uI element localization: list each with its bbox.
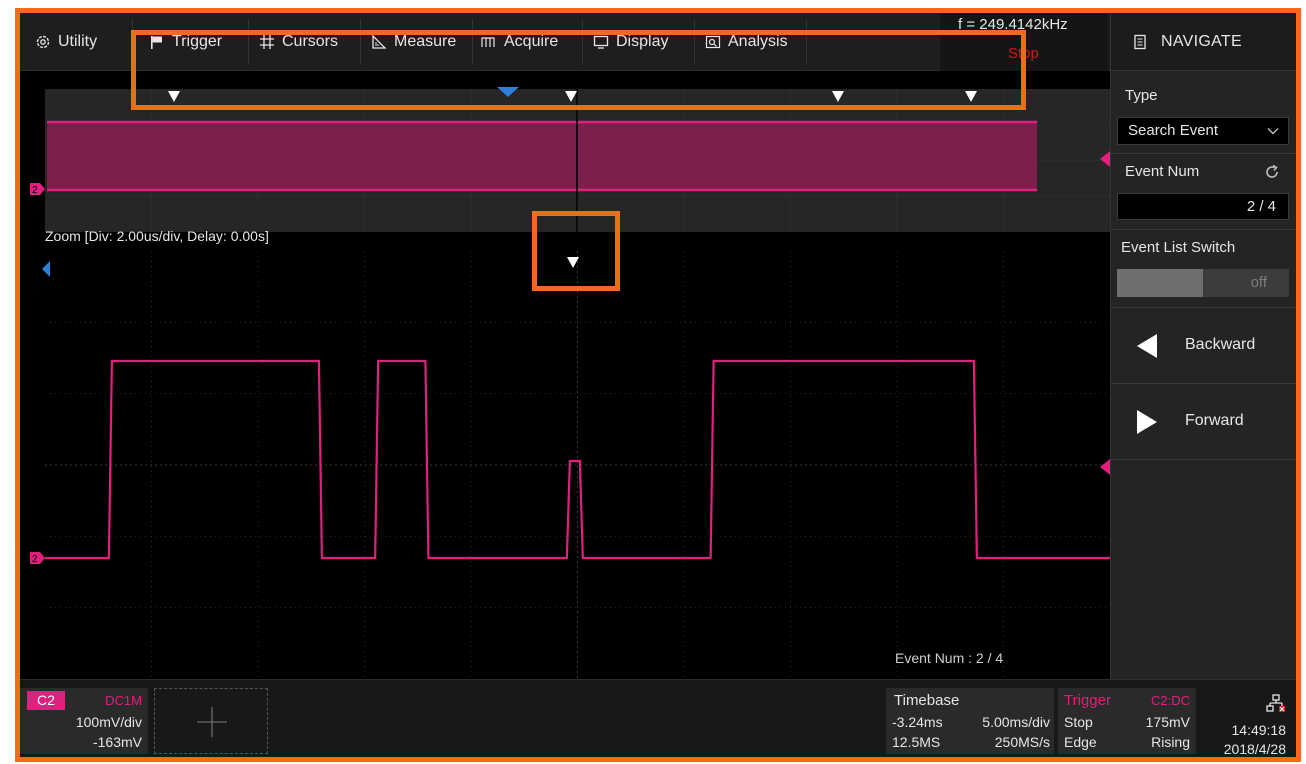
overview-trace-band bbox=[47, 121, 1037, 191]
monitor-icon bbox=[592, 33, 610, 51]
hash-icon bbox=[258, 33, 276, 51]
zoom-label: Zoom [Div: 2.00us/div, Delay: 0.00s] bbox=[45, 228, 269, 244]
timebase-sample-rate: 250MS/s bbox=[994, 734, 1050, 750]
panel-header: NAVIGATE bbox=[1111, 13, 1296, 71]
menu-analysis-label: Analysis bbox=[728, 33, 788, 50]
zoom-trace bbox=[45, 359, 1110, 560]
flag-icon bbox=[148, 33, 166, 51]
event-num-overlay: Event Num : 2 / 4 bbox=[895, 650, 1004, 666]
overview-channel-marker[interactable]: 2 bbox=[30, 183, 45, 196]
backward-label: Backward bbox=[1185, 336, 1256, 353]
analysis-icon bbox=[704, 33, 722, 51]
acquire-icon bbox=[480, 33, 498, 51]
backward-button[interactable]: Backward bbox=[1111, 309, 1296, 383]
menu-utility[interactable]: Utility bbox=[34, 13, 97, 71]
screenshot-frame: Utility Trigger Cursors Measure Acquire … bbox=[15, 8, 1301, 762]
event-num-field[interactable]: 2 / 4 bbox=[1117, 193, 1289, 220]
zoom-grid bbox=[45, 251, 1110, 679]
waveform-display: 2 2 bbox=[30, 87, 1110, 679]
timebase-title: Timebase bbox=[894, 692, 960, 709]
network-icon bbox=[1266, 694, 1285, 712]
timebase-delay: -3.24ms bbox=[892, 714, 943, 730]
plus-icon bbox=[197, 707, 227, 737]
status-bar: C2 DC1M 100mV/div -163mV Timebase -3.24m… bbox=[20, 679, 1296, 757]
menu-cursors[interactable]: Cursors bbox=[258, 13, 338, 71]
menu-measure-label: Measure bbox=[394, 33, 457, 50]
timebase-memory: 12.5MS bbox=[892, 734, 941, 750]
menu-display[interactable]: Display bbox=[592, 13, 668, 71]
refresh-icon[interactable] bbox=[1263, 163, 1281, 181]
clock-time: 14:49:18 bbox=[1231, 722, 1287, 738]
backward-icon bbox=[1137, 334, 1157, 358]
chevron-down-icon bbox=[1267, 128, 1279, 135]
zoom-trigger-time-marker[interactable] bbox=[42, 261, 50, 277]
trigger-level: 175mV bbox=[1145, 714, 1190, 730]
ruler-icon bbox=[370, 33, 388, 51]
menu-utility-label: Utility bbox=[58, 33, 98, 50]
menu-acquire[interactable]: Acquire bbox=[480, 13, 558, 71]
channel-vdiv: 100mV/div bbox=[75, 714, 142, 730]
menu-acquire-label: Acquire bbox=[504, 33, 559, 50]
channel-tag: C2 bbox=[27, 691, 65, 710]
zoom-channel-marker[interactable]: 2 bbox=[30, 552, 45, 565]
timebase-box[interactable]: Timebase -3.24ms 5.00ms/div 12.5MS 250MS… bbox=[886, 688, 1054, 754]
forward-label: Forward bbox=[1185, 412, 1244, 429]
timebase-tdiv: 5.00ms/div bbox=[982, 714, 1050, 730]
type-select[interactable]: Search Event bbox=[1117, 117, 1289, 145]
oscilloscope-screen: Utility Trigger Cursors Measure Acquire … bbox=[20, 13, 1296, 757]
navigate-panel: NAVIGATE Type Search Event Event Num 2 /… bbox=[1110, 13, 1296, 679]
menu-cursors-label: Cursors bbox=[282, 33, 339, 50]
event-list-switch-toggle[interactable]: off bbox=[1117, 269, 1289, 297]
run-state: Stop bbox=[1008, 45, 1039, 62]
menu-trigger-label: Trigger bbox=[172, 33, 223, 50]
toggle-knob bbox=[1117, 269, 1203, 297]
svg-text:2: 2 bbox=[32, 185, 38, 196]
channel-c2-box[interactable]: C2 DC1M 100mV/div -163mV bbox=[20, 688, 148, 754]
panel-title: NAVIGATE bbox=[1161, 32, 1242, 50]
toggle-state: off bbox=[1250, 274, 1267, 291]
trigger-box[interactable]: Trigger C2:DC Stop 175mV Edge Rising bbox=[1058, 688, 1196, 754]
frequency-counter: f = 249.4142kHz Stop bbox=[940, 13, 1108, 71]
menu-trigger[interactable]: Trigger bbox=[148, 13, 222, 71]
forward-icon bbox=[1137, 410, 1157, 434]
clock-box: 14:49:18 2018/4/28 bbox=[1200, 688, 1296, 757]
svg-text:2: 2 bbox=[32, 554, 38, 565]
gear-icon bbox=[34, 33, 52, 51]
trigger-slope: Rising bbox=[1151, 734, 1190, 750]
clock-date: 2018/4/28 bbox=[1223, 741, 1286, 757]
document-icon bbox=[1134, 34, 1146, 49]
type-select-value: Search Event bbox=[1128, 122, 1219, 139]
trigger-source: C2:DC bbox=[1150, 693, 1190, 708]
trigger-state: Stop bbox=[1064, 714, 1093, 730]
menu-analysis[interactable]: Analysis bbox=[704, 13, 788, 71]
menu-bar: Utility Trigger Cursors Measure Acquire … bbox=[20, 13, 1110, 71]
trigger-type: Edge bbox=[1064, 734, 1097, 750]
forward-button[interactable]: Forward bbox=[1111, 385, 1296, 459]
zoom-trigger-level-marker[interactable] bbox=[1100, 459, 1110, 475]
frequency-readout: f = 249.4142kHz bbox=[958, 16, 1068, 33]
menu-display-label: Display bbox=[616, 33, 669, 50]
event-num-label: Event Num bbox=[1125, 163, 1200, 180]
menu-measure[interactable]: Measure bbox=[370, 13, 456, 71]
waveform-area[interactable]: 2 2 Zoom [Div: 2.00us/div, Delay: 0.00s]… bbox=[20, 71, 1110, 679]
type-label: Type bbox=[1125, 87, 1158, 104]
channel-coupling: DC1M bbox=[105, 693, 142, 708]
add-channel-slot[interactable] bbox=[154, 688, 268, 754]
trigger-title: Trigger bbox=[1064, 692, 1111, 709]
event-list-switch-label: Event List Switch bbox=[1121, 239, 1236, 256]
channel-offset: -163mV bbox=[92, 734, 142, 750]
